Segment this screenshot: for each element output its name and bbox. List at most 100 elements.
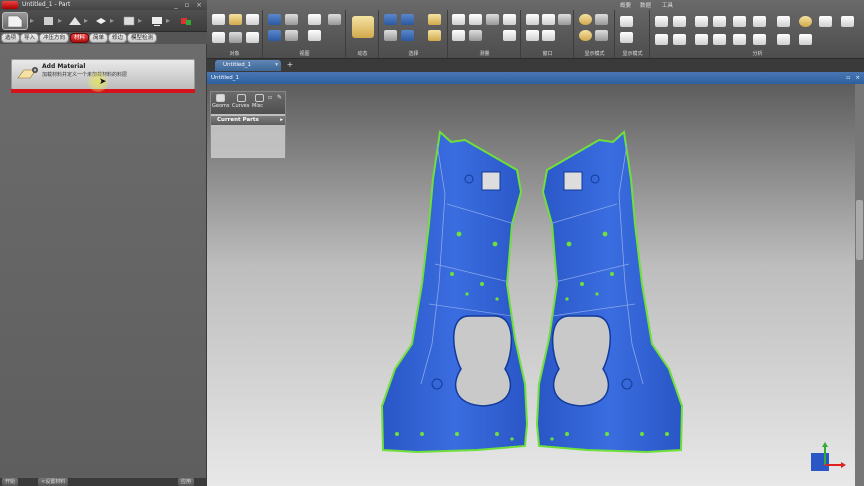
set-material-button[interactable]: <设置材料 xyxy=(38,478,69,486)
left-panel-part[interactable] xyxy=(380,130,529,454)
measure-button[interactable] xyxy=(452,30,465,41)
add-tab-icon[interactable]: + xyxy=(285,60,295,70)
display-mode-button[interactable] xyxy=(579,30,592,41)
view-button[interactable] xyxy=(268,14,281,25)
geoms-icon[interactable] xyxy=(216,94,225,102)
object-button[interactable] xyxy=(229,32,242,43)
analysis-button[interactable] xyxy=(753,34,766,45)
current-parts-header[interactable]: Current Parts ▸ xyxy=(211,116,285,125)
tab-import[interactable]: 导入 xyxy=(20,33,40,43)
workflow-step-import[interactable] xyxy=(38,12,60,30)
measure-button[interactable] xyxy=(452,14,465,25)
analysis-button[interactable] xyxy=(655,34,668,45)
window-button[interactable] xyxy=(526,30,539,41)
tab-misc[interactable]: Misc xyxy=(252,103,263,109)
window-button[interactable] xyxy=(526,14,539,25)
tab-material[interactable]: 材料 xyxy=(70,33,90,43)
measure-button[interactable] xyxy=(486,14,499,25)
display-mode-button[interactable] xyxy=(620,16,633,27)
analysis-button[interactable] xyxy=(673,34,686,45)
analysis-button[interactable] xyxy=(819,16,832,27)
select-button[interactable] xyxy=(401,30,414,41)
workflow-step-nest[interactable] xyxy=(118,12,140,30)
vertical-scrollbar[interactable] xyxy=(855,84,864,486)
analysis-button[interactable] xyxy=(733,34,746,45)
object-button[interactable] xyxy=(246,32,259,43)
window-button[interactable] xyxy=(542,30,555,41)
ribbon-tab-data[interactable]: 数据 xyxy=(640,1,651,9)
select-button[interactable] xyxy=(384,14,397,25)
close-icon[interactable]: × xyxy=(855,72,860,84)
tab-dropdown-icon[interactable]: ▾ xyxy=(275,60,278,71)
object-button[interactable] xyxy=(212,14,225,25)
apply-button[interactable]: 应用 xyxy=(178,478,195,486)
measure-button[interactable] xyxy=(469,30,482,41)
object-button[interactable] xyxy=(246,14,259,25)
curves-icon[interactable] xyxy=(237,94,246,102)
select-button[interactable] xyxy=(428,30,441,41)
tab-geoms[interactable]: Geoms xyxy=(212,103,230,109)
view-button[interactable] xyxy=(268,30,281,41)
view-button[interactable] xyxy=(308,14,321,25)
tab-model-check[interactable]: 模型检测 xyxy=(127,33,158,43)
measure-button[interactable] xyxy=(503,14,516,25)
view-button[interactable] xyxy=(328,14,341,25)
select-button[interactable] xyxy=(384,30,397,41)
workflow-step-file[interactable] xyxy=(2,12,28,30)
misc-icon[interactable] xyxy=(255,94,264,102)
display-mode-button[interactable] xyxy=(595,30,608,41)
start-button[interactable]: 开始 xyxy=(2,478,19,486)
analysis-button[interactable] xyxy=(777,34,790,45)
app-logo-icon[interactable] xyxy=(2,1,18,9)
object-button[interactable] xyxy=(212,32,225,43)
workflow-step-flatten[interactable] xyxy=(64,12,86,30)
tab-trim[interactable]: 修边 xyxy=(108,33,128,43)
expand-icon[interactable]: ▸ xyxy=(280,116,283,125)
analysis-button[interactable] xyxy=(695,34,708,45)
workflow-step-blank[interactable] xyxy=(90,12,112,30)
view-button[interactable] xyxy=(285,30,298,41)
ribbon-tab-overview[interactable]: 概要 xyxy=(620,1,631,9)
object-button[interactable] xyxy=(229,14,242,25)
workflow-step-export[interactable] xyxy=(175,12,197,30)
analysis-button[interactable] xyxy=(673,16,686,27)
window-button[interactable] xyxy=(558,14,571,25)
minimize-icon[interactable]: _ xyxy=(172,1,180,9)
analysis-button[interactable] xyxy=(753,16,766,27)
analysis-button[interactable] xyxy=(713,34,726,45)
analysis-button[interactable] xyxy=(799,16,812,27)
analysis-button[interactable] xyxy=(695,16,708,27)
tab-stamping-direction[interactable]: 冲压方向 xyxy=(39,33,70,43)
analysis-button[interactable] xyxy=(655,16,668,27)
pin-icon[interactable]: ▫ xyxy=(268,94,272,101)
pushpin-icon[interactable]: ✎ xyxy=(277,94,282,101)
ribbon-tab-tools[interactable]: 工具 xyxy=(662,1,673,9)
select-button[interactable] xyxy=(401,14,414,25)
view-button[interactable] xyxy=(308,30,321,41)
scrollbar-thumb[interactable] xyxy=(856,200,863,260)
view-button[interactable] xyxy=(285,14,298,25)
3d-viewport[interactable] xyxy=(207,84,855,486)
maximize-icon[interactable]: ▫ xyxy=(846,72,850,84)
right-panel-part[interactable] xyxy=(535,130,684,454)
measure-button[interactable] xyxy=(503,30,516,41)
select-button[interactable] xyxy=(428,14,441,25)
analysis-button[interactable] xyxy=(777,16,790,27)
tab-curves[interactable]: Curves xyxy=(232,103,249,109)
tab-simple[interactable]: 简单 xyxy=(89,33,109,43)
shaded-mode-button[interactable] xyxy=(579,14,592,25)
dynamic-button[interactable] xyxy=(352,16,374,38)
measure-button[interactable] xyxy=(469,14,482,25)
restore-icon[interactable]: ▫ xyxy=(183,1,191,9)
analysis-button[interactable] xyxy=(713,16,726,27)
display-mode-button[interactable] xyxy=(620,32,633,43)
close-icon[interactable]: × xyxy=(195,1,203,9)
analysis-button[interactable] xyxy=(841,16,854,27)
analysis-button[interactable] xyxy=(733,16,746,27)
workflow-step-report[interactable] xyxy=(146,12,168,30)
document-tab[interactable]: Untitled_1 ▾ xyxy=(215,60,281,71)
tab-options[interactable]: 选项 xyxy=(1,33,21,43)
window-button[interactable] xyxy=(542,14,555,25)
display-mode-button[interactable] xyxy=(595,14,608,25)
analysis-button[interactable] xyxy=(799,34,812,45)
